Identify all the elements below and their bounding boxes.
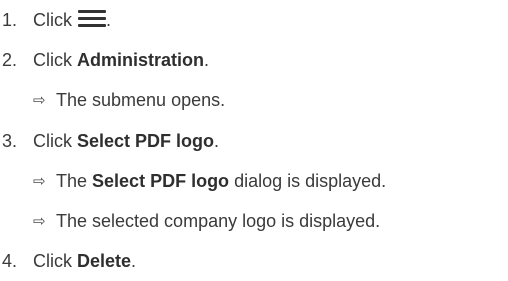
result-arrow-icon: ⇨ [33,212,46,230]
step-suffix: . [106,10,112,30]
step-text: Click. [33,8,111,32]
result-arrow-icon: ⇨ [33,172,46,190]
instruction-step-list: 1. Click. 2. Click Administration. ⇨ The… [0,0,508,281]
hamburger-menu-icon [78,10,106,28]
result-pre: The [56,171,93,191]
result-post: dialog is displayed. [229,171,387,191]
step-text: Click Delete. [33,249,136,273]
step-number: 3. [2,131,18,151]
result-text: The submenu opens. [56,90,226,110]
step-text: Click Administration. [33,48,209,72]
step-number: 1. [2,10,18,30]
result-text: The selected company logo is displayed. [56,211,381,231]
step-number: 2. [2,50,18,70]
step-number: 4. [2,251,18,271]
result-text: The Select PDF logo dialog is displayed. [56,169,386,193]
step-prefix: Click [33,10,72,30]
step-suffix: . [131,251,137,271]
step-prefix: Click [33,251,77,271]
step-text: Click Select PDF logo. [33,129,219,153]
ui-term-select-pdf-logo-dialog: Select PDF logo [92,171,230,191]
step-prefix: Click [33,131,77,151]
step-suffix: . [204,50,210,70]
ui-term-delete: Delete [77,251,132,271]
result-arrow-icon: ⇨ [33,91,46,109]
ui-term-administration: Administration [77,50,205,70]
ui-term-select-pdf-logo: Select PDF logo [77,131,215,151]
step-prefix: Click [33,50,77,70]
step-suffix: . [214,131,220,151]
